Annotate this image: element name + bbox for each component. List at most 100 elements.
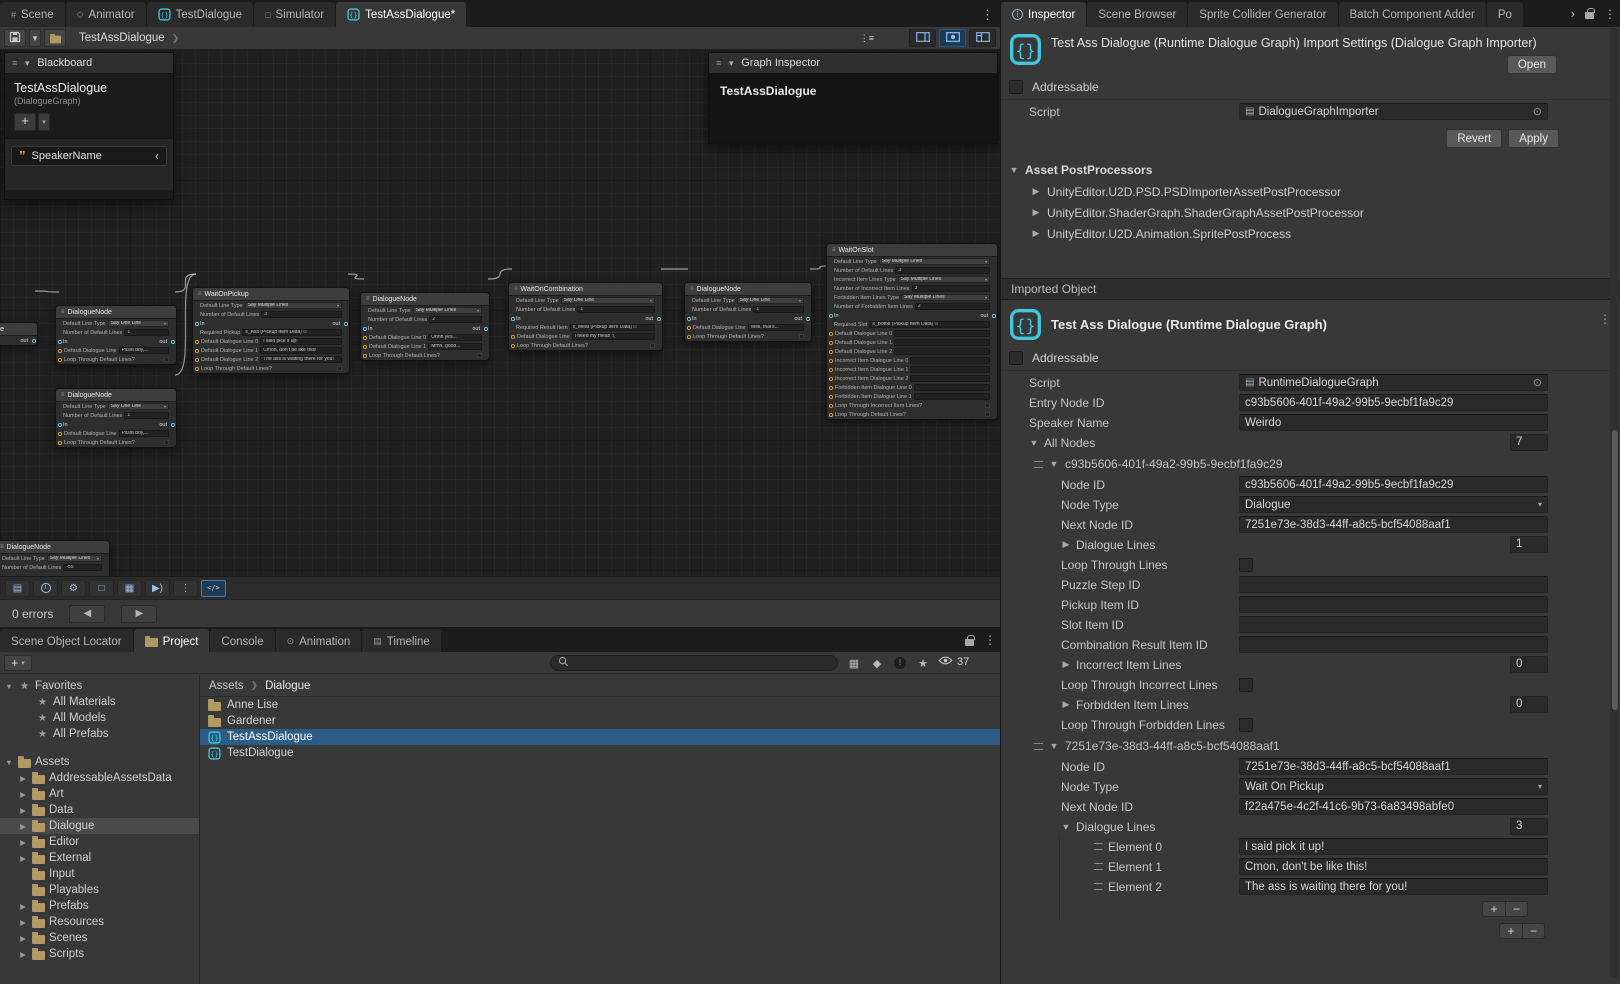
node-line-field[interactable]: Pssst boy,... xyxy=(119,347,169,354)
node-output-port[interactable] xyxy=(344,322,348,326)
tree-item-all-models[interactable]: ★All Models xyxy=(0,710,199,726)
tab-animation[interactable]: ⊙Animation xyxy=(276,629,362,654)
node-dropdown[interactable]: Say Multiple Lines▾ xyxy=(47,555,102,562)
minimap-toggle[interactable] xyxy=(909,29,936,47)
tree-arrow-icon[interactable]: ▼ xyxy=(4,758,14,767)
blackboard-header[interactable]: ≡ ▼ Blackboard xyxy=(5,53,173,74)
object-picker-icon[interactable]: ⊙ xyxy=(1533,376,1542,389)
node-dropdown[interactable]: Say Multiple Lines▾ xyxy=(898,276,990,283)
previous-error-button[interactable]: ◀ xyxy=(69,605,105,623)
node-line-field[interactable]: Cmon, don't be like this! xyxy=(260,347,342,354)
tree-arrow-icon[interactable]: ▶ xyxy=(18,902,28,911)
node-output-port[interactable] xyxy=(484,327,488,331)
tree-item-input[interactable]: Input xyxy=(0,866,199,882)
node-line-field[interactable] xyxy=(910,357,990,364)
foldout-arrow-icon[interactable]: ▶ xyxy=(1031,186,1041,197)
tree-item-all-prefabs[interactable]: ★All Prefabs xyxy=(0,726,199,742)
object-picker-icon[interactable]: ⊙ xyxy=(1533,105,1542,118)
node-toggle[interactable] xyxy=(799,334,804,339)
array-size-field[interactable]: 0 xyxy=(1510,696,1548,713)
property-value-field[interactable]: f22a475e-4c2f-41c6-9b73-6a83498abfe0 xyxy=(1239,798,1548,815)
search-by-type-icon[interactable]: ◆ xyxy=(868,655,886,671)
node-toggle[interactable] xyxy=(985,412,990,417)
asset-item-testassdialogue[interactable]: {}TestAssDialogue xyxy=(200,729,1000,745)
node-line-port[interactable] xyxy=(195,340,199,344)
waitoncombination-node[interactable]: ≡WaitOnCombinationDefault Line TypeSay O… xyxy=(508,282,663,351)
node-toggle-port[interactable] xyxy=(363,354,367,358)
addressable-checkbox[interactable] xyxy=(1009,351,1023,365)
property-value-field[interactable]: Weirdo xyxy=(1239,414,1548,431)
property-value-field[interactable]: 7251e73e-38d3-44ff-a8c5-bcf54088aaf1 xyxy=(1239,516,1548,533)
node-toggle-port[interactable] xyxy=(687,335,691,339)
node-number-field[interactable]: 3 xyxy=(912,285,990,292)
node-number-field[interactable]: 1 xyxy=(124,412,169,419)
lock-icon[interactable] xyxy=(965,639,974,646)
tree-item-addressableassetsdata[interactable]: ▶AddressableAssetsData xyxy=(0,770,199,786)
property-value-field[interactable]: c93b5606-401f-49a2-99b5-9ecbf1fa9c29 xyxy=(1239,476,1548,493)
node-dropdown[interactable]: Say Multiple Lines▾ xyxy=(901,294,990,301)
drag-handle-icon[interactable] xyxy=(1034,743,1043,750)
node-output-port[interactable] xyxy=(992,314,996,318)
node-object-field[interactable]: s_Meat (Pickup Item Data)⊙ xyxy=(570,324,655,331)
dialoguenode-node[interactable]: ≡DialogueNodeDefault Line TypeSay One Li… xyxy=(684,282,812,342)
tree-arrow-icon[interactable]: ▼ xyxy=(4,682,14,691)
property-dropdown[interactable]: Wait On Pickup▾ xyxy=(1239,778,1548,795)
node-number-field[interactable]: 3 xyxy=(261,311,342,318)
tab-testdialogue[interactable]: {}TestDialogue xyxy=(147,2,253,27)
node-line-port[interactable] xyxy=(829,386,833,390)
node-input-port[interactable] xyxy=(58,340,62,344)
node-output-port[interactable] xyxy=(171,340,175,344)
tree-arrow-icon[interactable]: ▶ xyxy=(18,806,28,815)
tree-item-editor[interactable]: ▶Editor xyxy=(0,834,199,850)
collapse-arrow-icon[interactable]: ▼ xyxy=(23,59,31,68)
property-value-field[interactable] xyxy=(1239,616,1548,633)
view-options-icon[interactable]: ⋮≡ xyxy=(860,29,874,47)
array-size-field[interactable]: 3 xyxy=(1510,818,1548,835)
node-foldout-header[interactable]: ▼7251e73e-38d3-44ff-a8c5-bcf54088aaf1 xyxy=(1001,736,1620,756)
favorites-star-icon[interactable]: ★ xyxy=(914,655,932,671)
dialoguenode-node[interactable]: ≡DialogueNodeDefault Line TypeSay One Li… xyxy=(55,388,177,448)
node-line-port[interactable] xyxy=(829,332,833,336)
search-field[interactable] xyxy=(550,655,838,671)
node-dropdown[interactable]: Say One Line▾ xyxy=(108,320,169,327)
node-object-field[interactable]: s_Ass (Pickup Item Data)⊙ xyxy=(242,329,342,336)
postprocessor-item[interactable]: ▶UnityEditor.U2D.PSD.PSDImporterAssetPos… xyxy=(1001,181,1620,202)
node-object-field[interactable]: s_Bottle (Pickup Item Data)⊙ xyxy=(869,321,990,328)
grid-icon[interactable]: ▦ xyxy=(117,580,142,597)
hidden-count-icon[interactable]: ! xyxy=(891,655,909,671)
tree-item-playables[interactable]: Playables xyxy=(0,882,199,898)
tab-po[interactable]: Po xyxy=(1487,2,1523,27)
tree-arrow-icon[interactable]: ▶ xyxy=(18,774,28,783)
property-value-field[interactable]: The ass is waiting there for you! xyxy=(1239,878,1548,895)
property-value-field[interactable]: I said pick it up! xyxy=(1239,838,1548,855)
node-input-port[interactable] xyxy=(363,327,367,331)
breadcrumb-current[interactable]: Dialogue xyxy=(265,680,310,692)
foldout-arrow-icon[interactable]: ▼ xyxy=(1061,822,1071,832)
node-line-port[interactable] xyxy=(687,326,691,330)
tab-sprite-collider-generator[interactable]: Sprite Collider Generator xyxy=(1188,2,1337,27)
apply-button[interactable]: Apply xyxy=(1508,129,1559,148)
tab-scroll-right-icon[interactable]: › xyxy=(1571,6,1575,21)
open-folder-button[interactable] xyxy=(44,29,66,47)
node-line-field[interactable] xyxy=(914,384,990,391)
drag-handle-icon[interactable] xyxy=(1034,461,1043,468)
node-line-field[interactable] xyxy=(894,330,990,337)
breadcrumb-root[interactable]: Assets xyxy=(209,680,244,692)
more-options-icon[interactable]: ⋮ xyxy=(173,580,198,597)
tree-item-data[interactable]: ▶Data xyxy=(0,802,199,818)
object-field[interactable]: ▤DialogueGraphImporter⊙ xyxy=(1239,103,1548,120)
graph-breadcrumb-item[interactable]: TestAssDialogue xyxy=(79,32,165,44)
property-value-field[interactable] xyxy=(1239,636,1548,653)
node-line-port[interactable] xyxy=(829,395,833,399)
foldout-arrow-icon[interactable]: ▶ xyxy=(1061,699,1071,710)
add-property-button[interactable]: + xyxy=(14,113,36,131)
tab-timeline[interactable]: ▤Timeline xyxy=(362,629,441,654)
tree-item-scenes[interactable]: ▶Scenes xyxy=(0,930,199,946)
node-line-port[interactable] xyxy=(58,432,62,436)
node-toggle-port[interactable] xyxy=(58,441,62,445)
save-button[interactable] xyxy=(4,29,26,47)
node-line-field[interactable]: Ohhh yes... xyxy=(428,334,482,341)
node-input-port[interactable] xyxy=(511,317,515,321)
node-number-field[interactable]: 1 xyxy=(124,329,169,336)
tab-overflow-menu-icon[interactable]: ⋮ xyxy=(981,7,994,23)
